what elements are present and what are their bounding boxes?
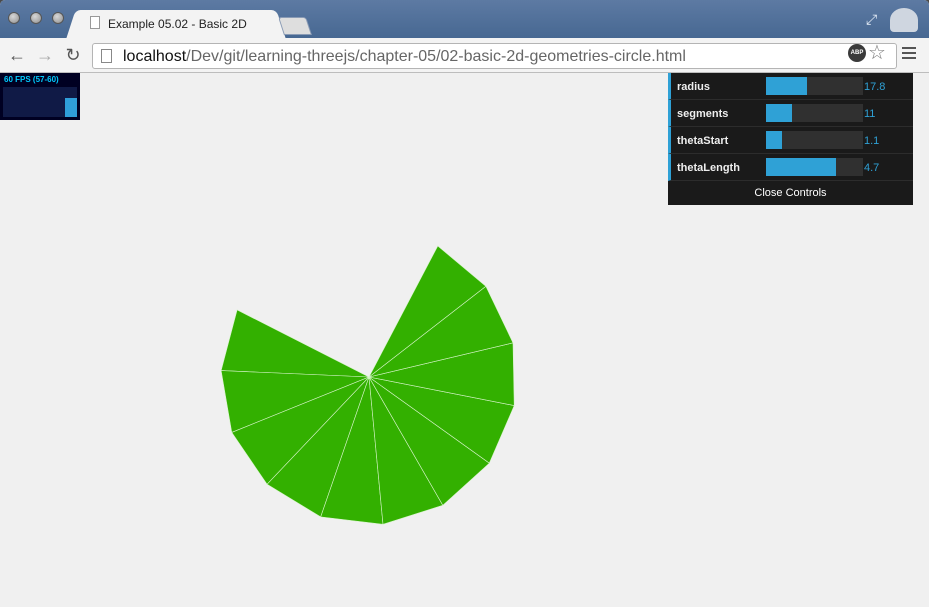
page-info-icon[interactable] — [101, 49, 112, 63]
control-value[interactable]: 11 — [864, 108, 910, 120]
control-value[interactable]: 1.1 — [864, 135, 910, 147]
control-row-segments[interactable]: segments 11 — [668, 100, 913, 127]
page-icon — [90, 16, 100, 29]
tab-title: Example 05.02 - Basic 2D — [108, 17, 247, 31]
control-label: radius — [677, 81, 711, 93]
slider-fill — [766, 77, 807, 95]
control-row-radius[interactable]: radius 17.8 — [668, 73, 913, 100]
slider-fill — [766, 131, 782, 149]
control-value[interactable]: 4.7 — [864, 162, 910, 174]
control-label: thetaLength — [677, 162, 740, 174]
radius-slider[interactable] — [766, 77, 863, 95]
close-window-button[interactable] — [8, 12, 20, 24]
thetalength-slider[interactable] — [766, 158, 863, 176]
controls-panel: radius 17.8 segments 11 thetaStart 1.1 t… — [668, 73, 913, 205]
slider-fill — [766, 158, 836, 176]
forward-button[interactable]: → — [35, 45, 55, 65]
thetastart-slider[interactable] — [766, 131, 863, 149]
url-path: /Dev/git/learning-threejs/chapter-05/02-… — [186, 48, 686, 65]
url-text: localhost/Dev/git/learning-threejs/chapt… — [123, 48, 686, 66]
reload-button[interactable]: ↻ — [63, 45, 83, 65]
zoom-window-button[interactable] — [52, 12, 64, 24]
mesh-segment — [220, 309, 370, 378]
new-tab-button[interactable] — [278, 17, 312, 35]
title-bar: Example 05.02 - Basic 2D ⤢ — [0, 0, 929, 38]
bookmark-star-icon[interactable]: ☆ — [868, 43, 886, 63]
fps-counter: 60 FPS (57-60) — [4, 75, 59, 84]
fps-bar — [65, 98, 77, 117]
incognito-icon — [890, 8, 918, 32]
minimize-window-button[interactable] — [30, 12, 42, 24]
control-row-thetalength[interactable]: thetaLength 4.7 — [668, 154, 913, 181]
fps-graph — [3, 87, 77, 117]
browser-tab[interactable]: Example 05.02 - Basic 2D — [78, 10, 274, 38]
segments-slider[interactable] — [766, 104, 863, 122]
control-label: segments — [677, 108, 729, 120]
slider-fill — [766, 104, 793, 122]
back-button[interactable]: ← — [7, 45, 27, 65]
browser-window: Example 05.02 - Basic 2D ⤢ ← → ↻ localho… — [0, 0, 929, 607]
webgl-canvas[interactable]: 60 FPS (57-60) radius 17.8 segments 11 t… — [0, 73, 929, 607]
chrome-menu-icon[interactable] — [902, 47, 916, 59]
close-controls-button[interactable]: Close Controls — [668, 181, 913, 205]
control-value[interactable]: 17.8 — [864, 81, 910, 93]
address-bar[interactable]: localhost/Dev/git/learning-threejs/chapt… — [92, 43, 897, 69]
control-label: thetaStart — [677, 135, 729, 147]
fullscreen-icon[interactable]: ⤢ — [866, 11, 877, 28]
adblock-icon[interactable]: ABP — [848, 44, 866, 62]
url-host: localhost — [123, 48, 187, 65]
toolbar: ← → ↻ localhost/Dev/git/learning-threejs… — [0, 38, 929, 73]
control-row-thetastart[interactable]: thetaStart 1.1 — [668, 127, 913, 154]
stats-panel: 60 FPS (57-60) — [0, 73, 80, 120]
